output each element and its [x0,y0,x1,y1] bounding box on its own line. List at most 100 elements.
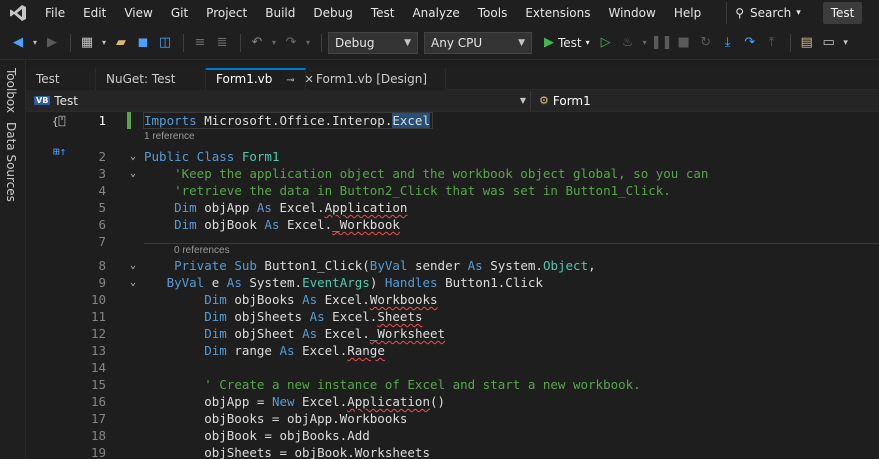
redo-dropdown-icon[interactable]: ▾ [303,33,313,53]
menu-item-debug[interactable]: Debug [304,0,361,26]
comment-icon[interactable]: ≡ [190,33,210,53]
start-debugging-label: Test [558,35,582,50]
fold-toggle-icon[interactable]: ⌄ [130,274,136,291]
code-line[interactable]: 18 objBook = objBooks.Add [26,427,879,444]
new-project-dropdown-icon[interactable]: ▾ [99,33,109,53]
project-dropdown[interactable]: VB Test ▼ [26,90,531,111]
code-line[interactable]: 16 objApp = New Excel.Application() [26,393,879,410]
code-line[interactable]: 8 ⌄ Private Sub Button1_Click(ByVal sende… [26,257,879,274]
fold-toggle-icon[interactable]: ⌄ [130,148,136,165]
tab-label: Form1.vb [216,72,273,86]
code-text: objBooks = objApp.Workbooks [144,410,407,427]
code-line[interactable]: 7 [26,233,879,250]
layout-icon[interactable]: ▭ [819,33,839,53]
menu-item-git[interactable]: Git [162,0,197,26]
navigate-back-icon[interactable]: ◀ [8,33,28,53]
toolbox-tab[interactable]: Toolbox [4,68,18,113]
references-codelens[interactable]: 1 reference [144,131,195,143]
tab-form1-vb[interactable]: Form1.vb ⊸ ✕ [206,68,314,90]
menu-item-edit[interactable]: Edit [74,0,115,26]
menu-item-extensions[interactable]: Extensions [516,0,599,26]
menu-item-file[interactable]: File [36,0,74,26]
code-line[interactable]: 3 ⌄ 'Keep the application object and the … [26,165,879,182]
line-number: 2 [98,149,106,164]
start-without-debugging-icon[interactable]: ▷ [596,33,616,53]
code-line[interactable]: 2 ⌄ Public Class Form1 [26,148,879,165]
stop-icon[interactable]: ■ [674,33,694,53]
new-project-icon[interactable]: ▦ [77,33,97,53]
step-over-icon[interactable]: ↷ [740,33,760,53]
undo-dropdown-icon[interactable]: ▾ [269,33,279,53]
text-token: objBooks = objApp.Workbooks [144,411,408,426]
code-editor[interactable]: {⍞ ⊞↑ 1 Imports Microsoft.Office.Interop.… [26,112,879,459]
code-line[interactable]: 6 Dim objBook As Excel._Workbook [26,216,879,233]
code-line[interactable]: 14 [26,359,879,376]
save-icon[interactable]: ◼ [133,33,153,53]
side-tool-rail: Toolbox Data Sources [0,60,26,459]
hot-reload-dropdown-icon[interactable]: ▾ [640,33,650,53]
code-text: objSheets = objBook.Worksheets [144,444,430,459]
keyword-token: Dim [204,292,227,307]
code-line[interactable]: 15 ' Create a new instance of Excel and … [26,376,879,393]
uncomment-icon[interactable]: ≣ [212,33,232,53]
menu-item-project[interactable]: Project [197,0,256,26]
line-number: 18 [90,428,106,443]
solution-explorer-icon[interactable]: ▤ [797,33,817,53]
menu-bar: File Edit View Git Project Build Debug Test Anal… [0,0,879,26]
menu-item-view[interactable]: View [115,0,161,26]
code-line[interactable]: 9 ⌄ ByVal e As System.EventArgs) Handles … [26,274,879,291]
redo-icon[interactable]: ↷ [281,33,301,53]
menu-item-tools[interactable]: Tools [469,0,517,26]
pause-icon[interactable]: ❚❚ [651,33,673,53]
line-number: 14 [90,360,106,375]
step-into-icon[interactable]: ⤓ [718,33,738,53]
search-button[interactable]: ⚲ Search ▾ [726,2,809,24]
code-line[interactable]: 11 Dim objSheets As Excel.Sheets [26,308,879,325]
tab-nuget-test[interactable]: NuGet: Test [96,68,206,90]
navigate-back-dropdown-icon[interactable]: ▾ [30,33,40,53]
references-codelens[interactable]: 0 references [174,245,230,257]
menu-item-test[interactable]: Test [362,0,404,26]
text-token: range [226,343,280,358]
menu-item-build[interactable]: Build [256,0,304,26]
toolbar-overflow-icon[interactable]: ▾ [841,33,851,53]
text-token: Excel. [324,309,378,324]
code-line[interactable]: 12 Dim objSheet As Excel._Worksheet [26,325,879,342]
code-line[interactable]: 4 'retrieve the data in Button2_Click th… [26,182,879,199]
fold-toggle-icon[interactable]: ⌄ [130,165,136,182]
code-line[interactable]: 1 Imports Microsoft.Office.Interop.Excel [26,112,879,129]
solution-configuration-select[interactable]: Debug ▼ [328,31,418,54]
menu-item-window[interactable]: Window [600,0,665,26]
menu-item-analyze[interactable]: Analyze [403,0,468,26]
navigate-forward-icon[interactable]: ▶ [42,33,62,53]
line-number: 10 [90,292,106,307]
code-line[interactable]: 10 Dim objBooks As Excel.Workbooks [26,291,879,308]
change-indicator [127,112,131,129]
hot-reload-icon[interactable]: ♨ [618,33,638,53]
code-text: objApp = New Excel.Application() [144,393,445,410]
start-debugging-button[interactable]: ▶ Test ▾ [544,35,590,50]
solution-platform-select[interactable]: Any CPU ▼ [424,31,532,54]
solution-name-badge[interactable]: Test [822,2,863,24]
visual-studio-logo-icon[interactable] [0,0,36,26]
line-number: 16 [90,394,106,409]
restart-icon[interactable]: ↻ [696,33,716,53]
code-line[interactable]: 19 objSheets = objBook.Worksheets [26,444,879,459]
tab-test[interactable]: Test [26,68,96,90]
tab-form1-vb-design[interactable]: Form1.vb [Design] [306,68,446,90]
text-token: sender [407,258,468,273]
open-file-icon[interactable]: ▰ [111,33,131,53]
step-out-icon[interactable]: ⤒ [762,33,782,53]
menu-item-help[interactable]: Help [665,0,710,26]
code-line[interactable]: 5 Dim objApp As Excel.Application [26,199,879,216]
code-line[interactable]: 17 objBooks = objApp.Workbooks [26,410,879,427]
save-all-icon[interactable]: ◫ [155,33,175,53]
pin-icon[interactable]: ⊸ [286,75,294,86]
code-line[interactable]: 13 Dim range As Excel.Range [26,342,879,359]
data-sources-tab[interactable]: Data Sources [4,122,18,202]
fold-toggle-icon[interactable]: ⌄ [130,257,136,274]
undo-icon[interactable]: ↶ [247,33,267,53]
error-token: Workbooks [369,292,438,307]
member-dropdown[interactable]: ⚙ Form1 [531,91,879,111]
